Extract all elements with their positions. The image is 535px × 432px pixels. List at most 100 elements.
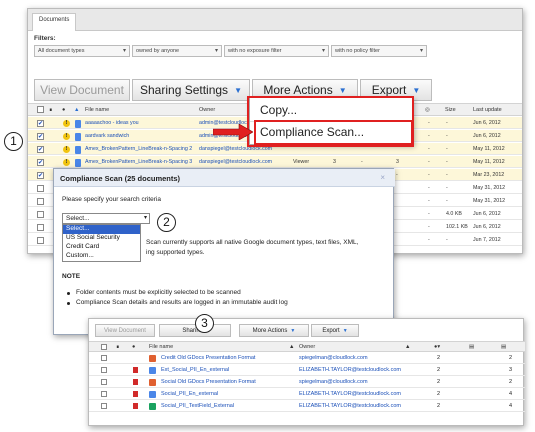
table-row[interactable]: Ext_Social_PII_En_external ELIZABETH.TAYL… [89,365,525,376]
file-name-link[interactable]: aardvark sandwich [85,133,195,139]
tab-documents[interactable]: Documents [32,13,77,31]
file-name-link[interactable]: Credit Old GDocs Presentation Format [161,355,255,361]
owner-email: ELIZABETH.TAYLOR@testcloudlock.com [299,367,401,373]
column-size[interactable]: Size [445,107,456,113]
callout-1: 1 [4,132,23,151]
button-label: Sharing Settings [140,83,229,97]
file-name-link[interactable]: Ext_Social_PII_En_external [161,367,229,373]
last-update: May 11, 2012 [473,159,505,165]
column-icon: ▤ [469,344,475,350]
sharing-globe-icon: ◎ [425,107,430,113]
dialog-prompt: Please specify your search criteria [62,196,161,203]
sort-icon[interactable]: ▲ [74,107,79,113]
count-2: 2 [509,379,513,385]
table-row[interactable]: Social Old GDocs Presentation Format spie… [89,377,525,388]
filter-document-type[interactable]: All document types ▾ [34,45,130,57]
close-icon[interactable]: × [380,173,385,182]
last-update: Jun 6, 2012 [473,133,501,139]
row-checkbox[interactable]: ✔ [37,120,44,127]
row-checkbox[interactable]: ✔ [37,133,44,140]
option-select[interactable]: Select... [63,225,140,234]
person-icon: ● [62,107,66,113]
warning-icon: ! [63,120,70,127]
last-update: Jun 6, 2012 [473,224,501,230]
file-name-link[interactable]: Social_PII_En_external [161,391,218,397]
attachment-icon: ∎ [116,344,120,350]
warning-icon: ! [63,159,70,166]
select-all-checkbox[interactable] [101,344,107,350]
warning-icon: ! [63,146,70,153]
button-label: View Document [104,328,146,334]
file-size: - [446,146,448,152]
file-size: 4.0 KB [446,211,462,217]
chevron-down-icon: ▼ [342,328,348,334]
file-size: - [446,133,448,139]
view-document-button[interactable]: View Document [95,324,155,337]
access-role: Viewer [293,159,310,165]
row-checkbox[interactable]: ✔ [37,146,44,153]
filter-exposure[interactable]: with no exposure filter ▾ [224,45,329,57]
sharing-settings-button[interactable]: Sharing Settings ▼ [132,79,250,101]
chevron-down-icon: ▾ [143,215,147,221]
last-update: May 31, 2012 [473,185,506,191]
option-credit-card[interactable]: Credit Card [63,243,140,252]
view-document-button[interactable]: View Document [34,79,130,101]
count-1: 2 [437,367,441,373]
row-checkbox[interactable]: ✔ [37,159,44,166]
file-size: - [446,198,448,204]
row-checkbox[interactable] [37,198,44,205]
count-1: 2 [437,379,441,385]
table-row[interactable]: ✔! Amex_BrokenPattern_LineBreak-n-Spacing… [28,156,522,168]
document-icon [75,133,81,141]
table-row[interactable]: Social_PII_TextField_External ELIZABETH.T… [89,401,525,412]
document-icon [149,391,156,398]
sort-up-icon: ▲ [289,344,295,350]
file-name-link[interactable]: Amex_BrokenPattern_LineBreak-n-Spacing 2 [85,146,195,152]
column-owner[interactable]: Owner [299,344,315,350]
column-file-name[interactable]: File name [149,344,173,350]
row-checkbox[interactable] [37,224,44,231]
row-checkbox[interactable]: ✔ [37,172,44,179]
table-row[interactable]: Credit Old GDocs Presentation Format spie… [89,353,525,364]
exposure-value: - [428,120,430,126]
row-checkbox[interactable] [37,237,44,244]
last-update: May 31, 2012 [473,198,506,204]
file-size: 102.1 KB [446,224,468,230]
chevron-down-icon: ▼ [412,86,421,96]
file-name-link[interactable]: Social Old GDocs Presentation Format [161,379,256,385]
flag-icon [133,391,138,397]
option-us-social-security[interactable]: US Social Security [63,234,140,243]
document-icon [149,355,156,362]
option-custom[interactable]: Custom... [63,252,140,261]
filter-owner[interactable]: owned by anyone ▾ [132,45,222,57]
export-button[interactable]: Export ▼ [311,324,359,337]
note-heading: NOTE [62,273,81,280]
exposure-value: - [428,211,430,217]
file-name-link[interactable]: aaaaachoo - ideas you [85,120,195,126]
document-icon [149,379,156,386]
row-checkbox[interactable] [101,403,107,409]
file-size: - [446,185,448,191]
column-file-name[interactable]: File name [85,107,109,113]
row-checkbox[interactable] [101,355,107,361]
table-row[interactable]: Social_PII_En_external ELIZABETH.TAYLOR@t… [89,389,525,400]
file-name-link[interactable]: Amex_BrokenPattern_LineBreak-n-Spacing 3 [85,159,195,165]
column-last-update[interactable]: Last update [473,107,502,113]
column-owner[interactable]: Owner [199,107,215,113]
compliance-scan-dialog: Compliance Scan (25 documents) × Please … [53,168,395,335]
search-criteria-select[interactable]: Select... ▾ [62,213,150,224]
row-checkbox[interactable] [37,211,44,218]
row-checkbox[interactable] [101,379,107,385]
document-icon [75,159,81,167]
exposure-value: - [428,133,430,139]
row-checkbox[interactable] [101,367,107,373]
button-label: Export [371,83,407,97]
file-name-link[interactable]: Social_PII_TextField_External [161,403,234,409]
count-1: 2 [437,391,441,397]
row-checkbox[interactable] [37,185,44,192]
filter-policy[interactable]: with no policy filter ▾ [331,45,427,57]
more-actions-button[interactable]: More Actions ▼ [239,324,309,337]
note-bullet-2: Compliance Scan details and results are … [76,299,288,306]
select-all-checkbox[interactable] [37,106,44,113]
row-checkbox[interactable] [101,391,107,397]
